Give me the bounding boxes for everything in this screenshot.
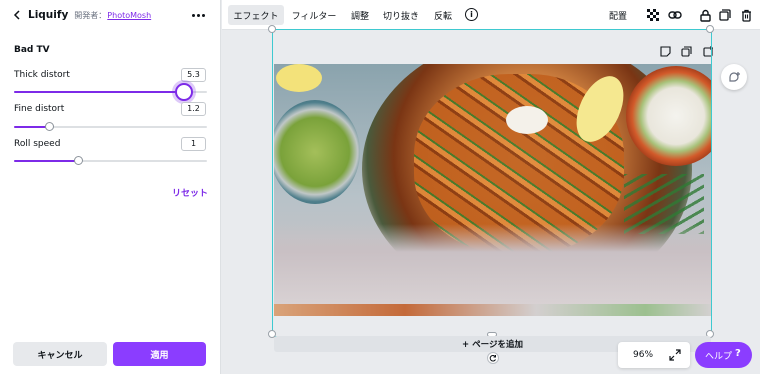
slider-thumb[interactable] bbox=[44, 122, 54, 131]
trash-icon[interactable] bbox=[738, 7, 754, 23]
tab-effects[interactable]: エフェクト bbox=[228, 5, 284, 25]
top-toolbar: エフェクト フィルター 調整 切り抜き 反転 i 配置 bbox=[222, 0, 760, 30]
tab-flip[interactable]: 反転 bbox=[431, 5, 455, 25]
notes-icon[interactable] bbox=[659, 45, 671, 57]
rotate-icon[interactable] bbox=[487, 352, 499, 364]
roll-speed-slider[interactable] bbox=[14, 156, 207, 165]
zoom-control[interactable]: 96% bbox=[618, 342, 690, 368]
slider-fill bbox=[14, 160, 78, 162]
tab-adjust[interactable]: 調整 bbox=[348, 5, 372, 25]
slider-thumb[interactable] bbox=[73, 156, 83, 165]
tab-filters[interactable]: フィルター bbox=[289, 5, 339, 25]
chevron-left-icon[interactable] bbox=[10, 8, 24, 22]
thick-distort-value[interactable]: 5.3 bbox=[181, 68, 206, 82]
thick-distort-label: Thick distort bbox=[14, 70, 70, 80]
byline-prefix: 開発者： bbox=[74, 10, 107, 20]
slider-fill bbox=[14, 91, 184, 93]
fine-distort-label: Fine distort bbox=[14, 104, 65, 114]
cancel-button[interactable]: キャンセル bbox=[13, 342, 107, 366]
design-page[interactable] bbox=[274, 64, 711, 304]
slider-fill bbox=[14, 126, 49, 128]
comment-add-icon[interactable] bbox=[721, 64, 747, 90]
distorted-strip bbox=[274, 304, 711, 316]
lock-icon[interactable] bbox=[697, 7, 713, 23]
help-button[interactable]: ヘルプ ? bbox=[695, 342, 752, 368]
expand-icon[interactable] bbox=[669, 349, 681, 361]
slider-thumb[interactable] bbox=[174, 83, 193, 101]
lemon-region bbox=[276, 64, 322, 92]
roll-speed-label: Roll speed bbox=[14, 139, 61, 149]
transparency-icon[interactable] bbox=[645, 7, 661, 23]
zoom-value: 96% bbox=[633, 350, 654, 360]
apply-button[interactable]: 適用 bbox=[113, 342, 206, 366]
guacamole-bowl-region bbox=[274, 100, 360, 204]
question-icon: ? bbox=[735, 348, 741, 359]
more-options-icon[interactable] bbox=[188, 7, 208, 23]
roll-speed-value[interactable]: 1 bbox=[181, 137, 206, 151]
fine-distort-slider[interactable] bbox=[14, 122, 207, 131]
fine-distort-value[interactable]: 1.2 bbox=[181, 102, 206, 116]
cream-image-region bbox=[506, 106, 548, 134]
duplicate-icon[interactable] bbox=[717, 7, 733, 23]
reset-link[interactable]: リセット bbox=[172, 186, 208, 199]
help-label: ヘルプ bbox=[705, 351, 733, 362]
duplicate-page-icon[interactable] bbox=[680, 45, 692, 57]
link-icon[interactable] bbox=[667, 7, 683, 23]
add-page-icon[interactable] bbox=[702, 45, 714, 57]
panel-title: Liquify bbox=[28, 9, 69, 21]
distortion-region bbox=[274, 224, 711, 304]
arrange-button[interactable]: 配置 bbox=[609, 5, 627, 25]
thick-distort-slider[interactable] bbox=[14, 83, 207, 101]
effect-name: Bad TV bbox=[14, 45, 50, 55]
info-icon[interactable]: i bbox=[465, 8, 478, 21]
effects-panel: Liquify 開発者： PhotoMosh Bad TV Thick dist… bbox=[0, 0, 221, 374]
author-link[interactable]: PhotoMosh bbox=[107, 11, 151, 20]
canvas-area: + ページを追加 96% ヘルプ ? bbox=[222, 25, 760, 374]
tab-crop[interactable]: 切り抜き bbox=[381, 5, 421, 25]
